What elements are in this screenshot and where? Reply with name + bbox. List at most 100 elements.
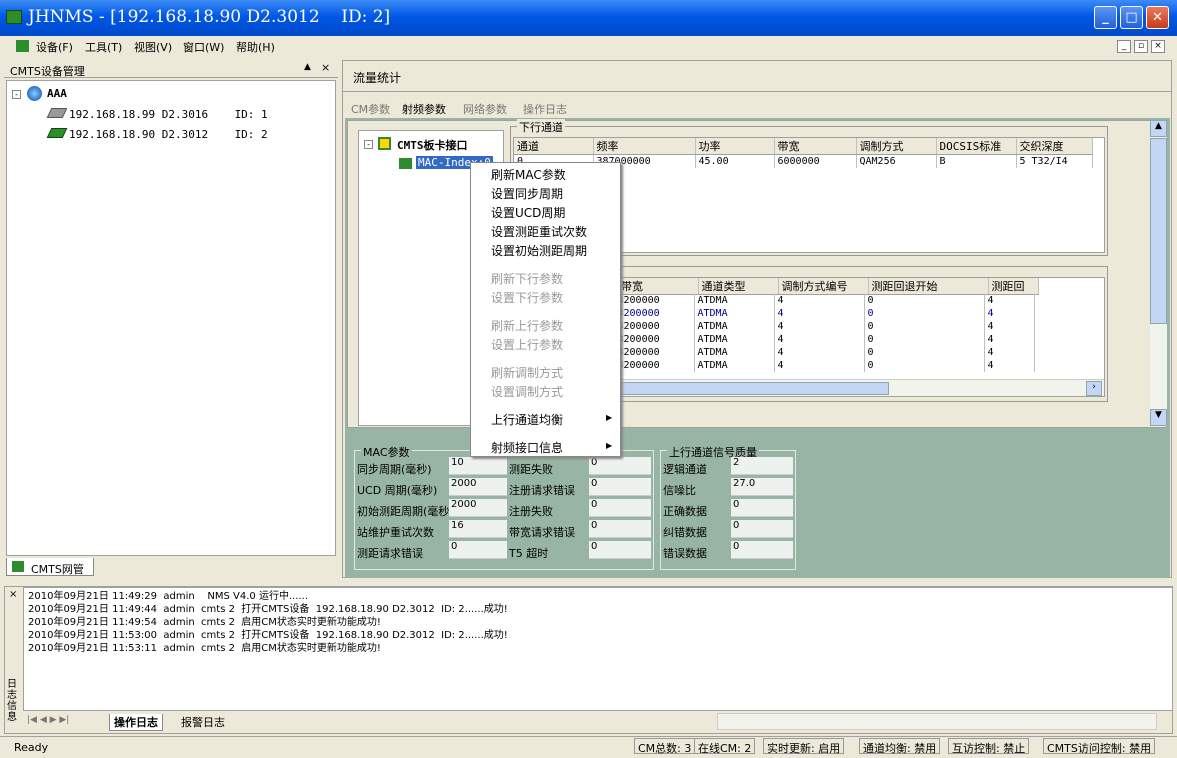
menu-rf-interface-info[interactable]: 射频接口信息 xyxy=(491,439,563,456)
cell: 5 T32/I4 xyxy=(1016,154,1093,168)
close-button[interactable]: ✕ xyxy=(1146,6,1169,29)
tab-cm-params[interactable]: CM参数 xyxy=(351,101,390,117)
param-row: 测距失败 0 xyxy=(509,457,651,478)
tab-net-params[interactable]: 网络参数 xyxy=(463,101,507,117)
param-value: 2000 xyxy=(449,499,507,517)
col-backoff-start[interactable]: 测距回退开始 xyxy=(868,278,989,295)
vscroll-down-button[interactable]: ▼ xyxy=(1150,409,1167,426)
menu-device[interactable]: 设备(F) xyxy=(36,39,73,55)
menu-set-initial-ranging[interactable]: 设置初始测距周期 xyxy=(491,242,587,259)
menu-refresh-mac[interactable]: 刷新MAC参数 xyxy=(491,166,566,183)
param-label: 同步周期(毫秒) xyxy=(357,463,432,476)
tab-rf-params[interactable]: 射频参数 xyxy=(402,101,446,117)
mdi-minimize-button[interactable]: _ xyxy=(1117,40,1131,53)
tab-op-log[interactable]: 操作日志 xyxy=(523,101,567,117)
status-ready: Ready xyxy=(14,741,49,754)
minimize-button[interactable]: _ xyxy=(1094,6,1117,29)
collapse-toggle[interactable]: - xyxy=(12,90,21,99)
menu-upstream-equalize[interactable]: 上行通道均衡 xyxy=(491,411,563,428)
menu-help[interactable]: 帮助(H) xyxy=(236,39,275,55)
param-value: 0 xyxy=(589,478,651,496)
tab-alarm-log[interactable]: 报警日志 xyxy=(177,714,229,730)
param-label: 测距失败 xyxy=(509,463,553,476)
menu-separator xyxy=(473,311,618,312)
col-modulation[interactable]: 调制方式 xyxy=(856,138,937,155)
menu-set-downstream[interactable]: 设置下行参数 xyxy=(491,289,563,306)
cell: ATDMA xyxy=(694,333,775,346)
col-backoff-end[interactable]: 测距回 xyxy=(988,278,1039,295)
menu-separator xyxy=(473,264,618,265)
menu-set-ucd-period[interactable]: 设置UCD周期 xyxy=(491,204,565,221)
downstream-title: 下行通道 xyxy=(517,119,565,135)
log-nav-first[interactable]: |◀ ◀ ▶ ▶| xyxy=(27,715,69,725)
menu-set-upstream[interactable]: 设置上行参数 xyxy=(491,336,563,353)
col-interleave[interactable]: 交织深度 xyxy=(1016,138,1093,155)
menu-set-modulation[interactable]: 设置调制方式 xyxy=(491,383,563,400)
tree-node-device-1[interactable]: 192.168.18.99 D2.3016 ID: 1 xyxy=(69,108,268,121)
col-frequency[interactable]: 频率 xyxy=(593,138,696,155)
param-value: 0 xyxy=(731,520,793,538)
log-panel: × 日志信息 2010年09月21日 11:49:29 admin NMS V4… xyxy=(4,586,1173,734)
cell: 4 xyxy=(774,320,865,333)
cell: 4 xyxy=(774,307,865,320)
tab-operation-log[interactable]: 操作日志 xyxy=(109,714,163,731)
mdi-restore-button[interactable]: ▫ xyxy=(1134,40,1148,53)
param-row: T5 超时 0 xyxy=(509,541,651,562)
log-side-label: 日志信息 xyxy=(7,679,17,723)
tree-root-label[interactable]: AAA xyxy=(47,87,67,100)
menu-window[interactable]: 窗口(W) xyxy=(183,39,224,55)
cell: 4 xyxy=(984,307,1035,320)
menu-refresh-downstream[interactable]: 刷新下行参数 xyxy=(491,270,563,287)
submenu-arrow-icon: ▶ xyxy=(606,441,613,450)
col-bandwidth[interactable]: 带宽 xyxy=(774,138,857,155)
panel-close-button[interactable]: × xyxy=(321,61,330,74)
menu-set-sync-period[interactable]: 设置同步周期 xyxy=(491,185,563,202)
mdi-close-button[interactable]: × xyxy=(1151,40,1165,53)
title-bar: JHNMS - [192.168.18.90 D2.3012 ID: 2] _ … xyxy=(0,0,1177,36)
vscroll-thumb[interactable] xyxy=(1150,138,1167,324)
col-mod-index[interactable]: 调制方式编号 xyxy=(778,278,869,295)
cell: QAM256 xyxy=(856,154,937,168)
menu-refresh-modulation[interactable]: 刷新调制方式 xyxy=(491,364,563,381)
col-bandwidth-up[interactable]: 带宽 xyxy=(618,278,699,295)
param-row: 正确数据 0 xyxy=(663,499,793,520)
tab-cmts-manage[interactable]: CMTS网管 xyxy=(6,558,94,576)
menu-tools[interactable]: 工具(T) xyxy=(85,39,122,55)
status-cm-total: CM总数: 3 xyxy=(634,738,696,755)
log-line: 2010年09月21日 11:53:11 admin cmts 2 启用CM状态… xyxy=(28,643,381,654)
hscroll-right-button[interactable]: › xyxy=(1086,381,1102,396)
param-label: 初始测距周期(毫秒) xyxy=(357,505,454,518)
menu-view[interactable]: 视图(V) xyxy=(134,39,172,55)
upstream-header-row: 带宽 通道类型 调制方式编号 测距回退开始 测距回 xyxy=(618,278,1039,295)
cell: ATDMA xyxy=(694,320,775,333)
status-inter-access: 互访控制: 禁止 xyxy=(948,738,1030,755)
right-pane-title: 流量统计 xyxy=(353,71,402,85)
col-channel-type[interactable]: 通道类型 xyxy=(698,278,779,295)
menu-refresh-upstream[interactable]: 刷新上行参数 xyxy=(491,317,563,334)
log-hscroll[interactable] xyxy=(717,713,1157,730)
maximize-button[interactable]: □ xyxy=(1120,6,1143,29)
device-panel: CMTS设备管理 ▲ × - AAA 192.168.18.99 D2.3016… xyxy=(4,60,338,578)
rf-vscroll[interactable]: ▲ ▼ xyxy=(1150,120,1167,426)
tree-node-device-2[interactable]: 192.168.18.90 D2.3012 ID: 2 xyxy=(69,128,268,141)
param-row: 信噪比 27.0 xyxy=(663,478,793,499)
board-collapse-toggle[interactable]: - xyxy=(364,140,373,149)
cell: 4 xyxy=(984,346,1035,359)
param-value: 0 xyxy=(589,457,651,475)
vscroll-up-button[interactable]: ▲ xyxy=(1150,120,1167,137)
context-menu: 刷新MAC参数 设置同步周期 设置UCD周期 设置测距重试次数 设置初始测距周期… xyxy=(470,162,621,457)
log-line: 2010年09月21日 11:49:44 admin cmts 2 打开CMTS… xyxy=(28,604,508,615)
col-docsis[interactable]: DOCSIS标准 xyxy=(936,138,1017,155)
param-row: 注册请求错误 0 xyxy=(509,478,651,499)
col-channel[interactable]: 通道 xyxy=(514,138,594,155)
hscroll-thumb[interactable] xyxy=(614,382,889,395)
col-power[interactable]: 功率 xyxy=(695,138,775,155)
window-title: JHNMS - [192.168.18.90 D2.3012 ID: 2] xyxy=(28,7,391,27)
param-value: 0 xyxy=(449,541,507,559)
board-icon xyxy=(378,137,391,150)
board-root-label[interactable]: CMTS板卡接口 xyxy=(397,137,468,153)
menu-set-ranging-retry[interactable]: 设置测距重试次数 xyxy=(491,223,587,240)
log-close-button[interactable]: × xyxy=(9,589,17,600)
pin-button[interactable]: ▲ xyxy=(304,62,311,72)
cell: 0 xyxy=(864,333,985,346)
